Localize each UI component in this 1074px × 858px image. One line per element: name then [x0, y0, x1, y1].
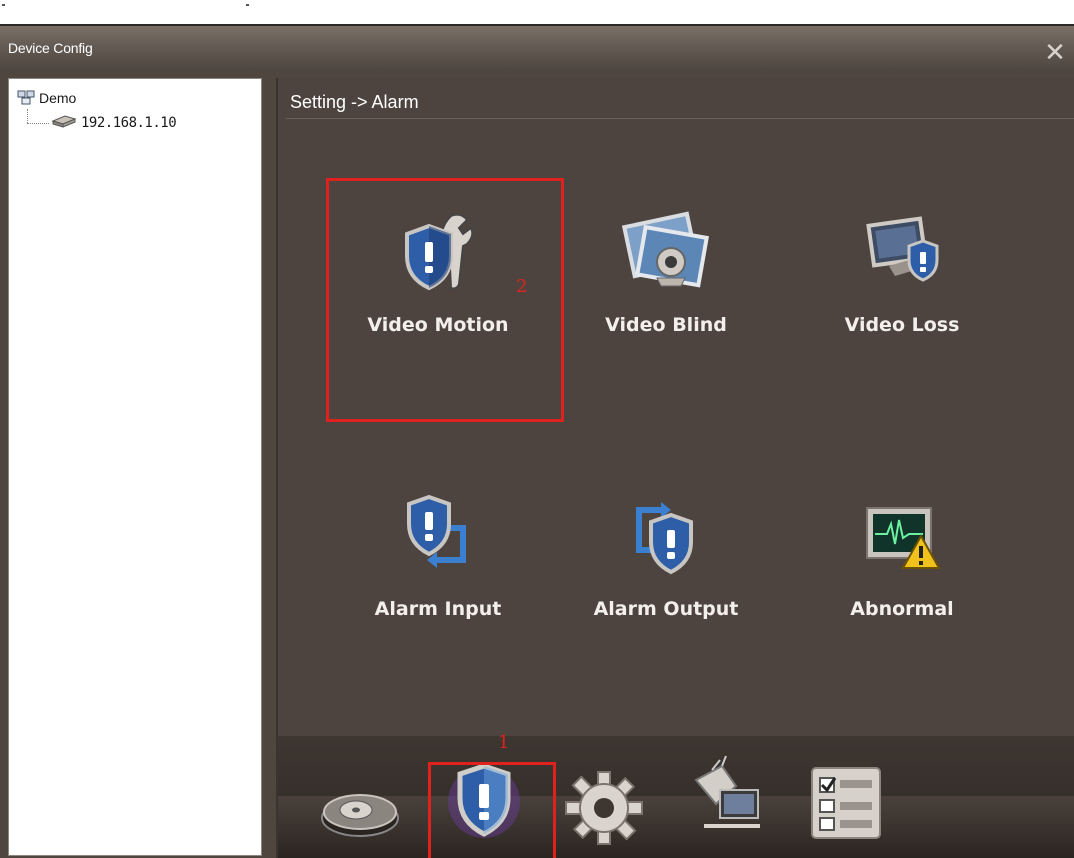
annotation-step-2: 2 — [516, 276, 528, 297]
monitor-warning-icon — [857, 490, 947, 580]
tree-item-demo[interactable]: Demo — [17, 89, 76, 107]
network-group-icon — [17, 89, 35, 108]
hard-disk-icon[interactable] — [318, 766, 402, 850]
alarm-settings-panel: Setting -> Alarm Video Motion Video Blin… — [276, 78, 1074, 858]
tile-label: Alarm Output — [593, 598, 739, 620]
annotation-step-1: 1 — [498, 732, 510, 753]
device-config-window: Device Config ✕ Demo 192.168.1.10 Settin… — [0, 24, 1074, 858]
shield-arrow-in-icon — [393, 490, 483, 580]
tree-item-label: Demo — [39, 90, 77, 106]
breadcrumb: Setting -> Alarm — [290, 92, 419, 112]
gear-icon[interactable] — [562, 766, 646, 850]
shield-arrow-out-icon — [621, 490, 711, 580]
network-computer-icon[interactable] — [682, 754, 766, 838]
title-bar: Device Config ✕ — [0, 26, 1074, 70]
tile-label: Video Blind — [605, 314, 727, 336]
shield-wrench-icon — [393, 206, 483, 296]
device-tree-panel: Demo 192.168.1.10 — [8, 78, 262, 856]
tile-alarm-output[interactable]: Alarm Output — [556, 490, 776, 670]
tree-item-device[interactable]: 192.168.1.10 — [51, 113, 177, 133]
tile-label: Video Motion — [367, 314, 509, 336]
tile-label: Video Loss — [844, 314, 960, 336]
tile-alarm-input[interactable]: Alarm Input — [328, 490, 548, 670]
tile-label: Alarm Input — [374, 598, 502, 620]
tile-label: Abnormal — [850, 598, 954, 620]
bottom-toolbar — [278, 736, 1074, 858]
top-strip — [0, 0, 1074, 24]
alarm-shield-icon[interactable] — [442, 756, 526, 840]
window-title: Device Config — [8, 40, 93, 56]
close-icon[interactable]: ✕ — [1042, 40, 1068, 66]
dvr-device-icon — [51, 113, 77, 133]
tree-item-label: 192.168.1.10 — [81, 115, 177, 131]
breadcrumb-divider — [286, 118, 1074, 119]
checklist-icon[interactable] — [804, 760, 888, 844]
tile-video-blind[interactable]: Video Blind — [556, 206, 776, 386]
tile-video-motion[interactable]: Video Motion — [328, 206, 548, 386]
tile-abnormal[interactable]: Abnormal — [792, 490, 1012, 670]
tile-video-loss[interactable]: Video Loss — [792, 206, 1012, 386]
monitor-shield-icon — [857, 206, 947, 296]
photo-camera-icon — [621, 206, 711, 296]
